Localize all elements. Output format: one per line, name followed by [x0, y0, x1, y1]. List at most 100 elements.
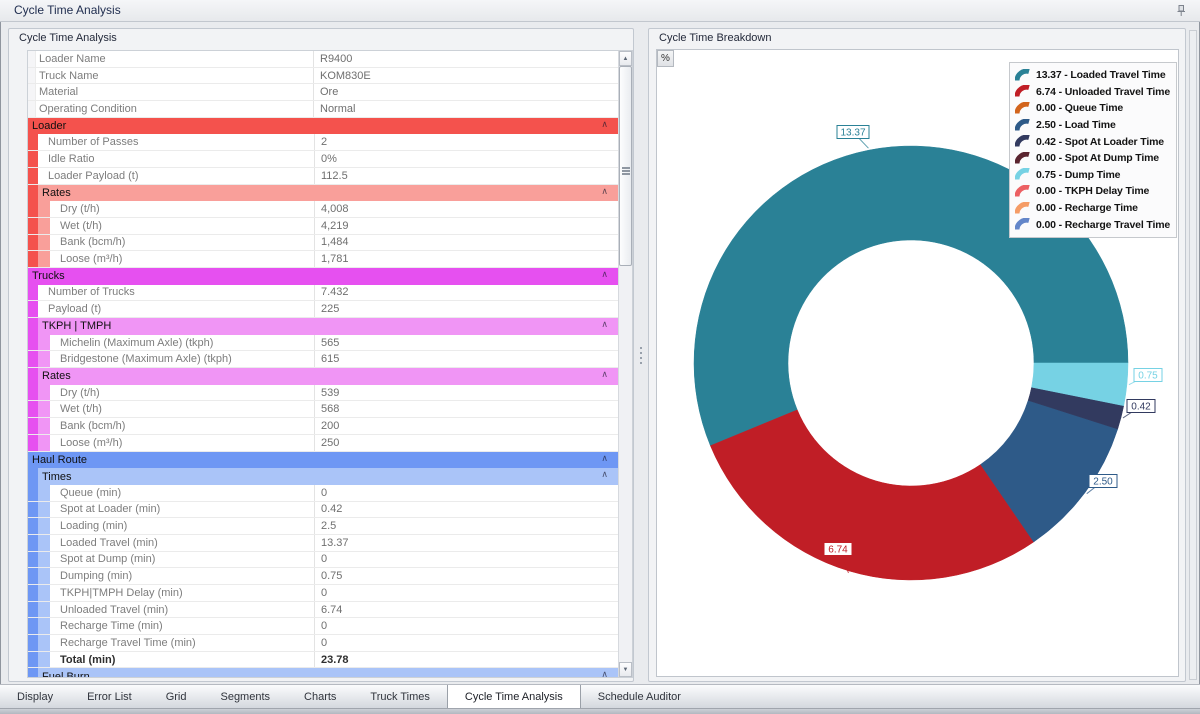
property-value: 13.37	[314, 535, 618, 551]
scroll-down-button[interactable]: ▼	[619, 662, 632, 677]
indent-bar	[38, 635, 50, 651]
tab-truck-times[interactable]: Truck Times	[353, 685, 447, 708]
indent-bar	[28, 502, 38, 518]
collapse-chevron-icon[interactable]: ∧	[601, 369, 608, 380]
section-header-haul-route[interactable]: Haul Route∧	[28, 452, 618, 469]
property-grid: Loader NameR9400Truck NameKOM830EMateria…	[27, 50, 633, 678]
tab-schedule-auditor[interactable]: Schedule Auditor	[581, 685, 698, 708]
grid-row-bridgestone-maximum-axle-tkph[interactable]: Bridgestone (Maximum Axle) (tkph)615	[28, 351, 618, 368]
legend-swatch-icon	[1015, 152, 1031, 165]
section-header-loader[interactable]: Loader∧	[28, 118, 618, 135]
indent-bar	[28, 552, 38, 568]
property-value: 615	[314, 351, 618, 367]
grid-row-total-min[interactable]: Total (min)23.78	[28, 652, 618, 669]
grid-row-recharge-time-min[interactable]: Recharge Time (min)0	[28, 618, 618, 635]
tab-grid[interactable]: Grid	[149, 685, 204, 708]
collapse-chevron-icon[interactable]: ∧	[601, 119, 608, 130]
scroll-up-button[interactable]: ▲	[619, 51, 632, 66]
property-name: Recharge Travel Time (min)	[50, 635, 314, 651]
section-header-trucks[interactable]: Trucks∧	[28, 268, 618, 285]
collapse-chevron-icon[interactable]: ∧	[601, 469, 608, 480]
section-header-rates[interactable]: Rates ∧	[28, 185, 618, 202]
section-header-tkph-tmph[interactable]: TKPH | TMPH ∧	[28, 318, 618, 335]
property-value: 0.75	[314, 568, 618, 584]
indent-bar	[28, 235, 38, 251]
grid-row-loading-min[interactable]: Loading (min)2.5	[28, 518, 618, 535]
grid-row-recharge-travel-time-min[interactable]: Recharge Travel Time (min)0	[28, 635, 618, 652]
property-value: 0.42	[314, 502, 618, 518]
grid-row-number-of-trucks[interactable]: Number of Trucks7.432	[28, 285, 618, 302]
property-value: 250	[314, 435, 618, 451]
grid-row-bank-bcm-h[interactable]: Bank (bcm/h)200	[28, 418, 618, 435]
section-header-label: TKPH | TMPH	[42, 320, 111, 332]
grid-row-operating-condition[interactable]: Operating ConditionNormal	[28, 101, 618, 118]
legend-item-dump-time: 0.75 - Dump Time	[1015, 167, 1173, 184]
section-header-label: Times	[42, 471, 72, 483]
panel-splitter[interactable]	[636, 30, 646, 682]
grid-row-dry-t-h[interactable]: Dry (t/h)4,008	[28, 201, 618, 218]
grid-row-spot-at-loader-min[interactable]: Spot at Loader (min)0.42	[28, 502, 618, 519]
grid-row-loose-m-h[interactable]: Loose (m³/h)250	[28, 435, 618, 452]
legend-label: 0.00 - Recharge Time	[1036, 202, 1138, 214]
indent-bar	[28, 668, 38, 677]
collapse-chevron-icon[interactable]: ∧	[601, 319, 608, 330]
grid-row-idle-ratio[interactable]: Idle Ratio0%	[28, 151, 618, 168]
grid-row-truck-name[interactable]: Truck NameKOM830E	[28, 68, 618, 85]
property-name: Unloaded Travel (min)	[50, 602, 314, 618]
grid-row-michelin-maximum-axle-tkph[interactable]: Michelin (Maximum Axle) (tkph)565	[28, 335, 618, 352]
legend-swatch-icon	[1015, 135, 1031, 148]
grid-row-material[interactable]: MaterialOre	[28, 84, 618, 101]
collapse-chevron-icon[interactable]: ∧	[601, 186, 608, 197]
auto-hide-pin-icon[interactable]	[1174, 4, 1188, 18]
property-name: Dry (t/h)	[50, 201, 314, 217]
grid-row-wet-t-h[interactable]: Wet (t/h)568	[28, 401, 618, 418]
percent-toggle-button[interactable]: %	[657, 50, 674, 67]
indent-bar	[38, 585, 50, 601]
grid-row-payload-t[interactable]: Payload (t)225	[28, 301, 618, 318]
property-value: 0	[314, 618, 618, 634]
legend-swatch-icon	[1015, 218, 1031, 231]
property-name: Michelin (Maximum Axle) (tkph)	[50, 335, 314, 351]
tab-cycle-time-analysis[interactable]: Cycle Time Analysis	[447, 685, 581, 708]
collapse-chevron-icon[interactable]: ∧	[601, 453, 608, 464]
grid-row-unloaded-travel-min[interactable]: Unloaded Travel (min)6.74	[28, 602, 618, 619]
section-header-body: Loader∧	[28, 118, 618, 135]
section-header-body: Times ∧	[38, 468, 618, 485]
right-scrollbar-track[interactable]	[1189, 30, 1197, 680]
grid-row-loaded-travel-min[interactable]: Loaded Travel (min)13.37	[28, 535, 618, 552]
indent-bar	[28, 385, 38, 401]
donut-slice-unloaded-travel-time[interactable]	[710, 410, 1033, 580]
property-name: Queue (min)	[50, 485, 314, 501]
section-header-times[interactable]: Times ∧	[28, 468, 618, 485]
collapse-chevron-icon[interactable]: ∧	[601, 669, 608, 677]
grid-row-queue-min[interactable]: Queue (min)0	[28, 485, 618, 502]
tab-error-list[interactable]: Error List	[70, 685, 149, 708]
grid-row-bank-bcm-h[interactable]: Bank (bcm/h)1,484	[28, 235, 618, 252]
grid-row-loose-m-h[interactable]: Loose (m³/h)1,781	[28, 251, 618, 268]
scrollbar-thumb[interactable]	[619, 66, 632, 266]
tab-segments[interactable]: Segments	[203, 685, 287, 708]
collapse-chevron-icon[interactable]: ∧	[601, 269, 608, 280]
indent-bar	[28, 418, 38, 434]
property-name: Spot at Loader (min)	[50, 502, 314, 518]
right-panel-caption: Cycle Time Breakdown	[659, 32, 772, 44]
property-value: 6.74	[314, 602, 618, 618]
property-value: 4,219	[314, 218, 618, 234]
property-value: R9400	[313, 51, 618, 67]
property-value: 7.432	[314, 285, 618, 301]
vertical-scrollbar[interactable]: ▲ ▼	[618, 51, 632, 677]
grid-row-tkph-tmph-delay-min[interactable]: TKPH|TMPH Delay (min)0	[28, 585, 618, 602]
section-header-label: Rates	[42, 187, 71, 199]
grid-row-dumping-min[interactable]: Dumping (min)0.75	[28, 568, 618, 585]
section-header-rates[interactable]: Rates∧	[28, 368, 618, 385]
tab-display[interactable]: Display	[0, 685, 70, 708]
section-header-fuel-burn[interactable]: Fuel Burn∧	[28, 668, 618, 677]
grid-row-dry-t-h[interactable]: Dry (t/h)539	[28, 385, 618, 402]
tab-charts[interactable]: Charts	[287, 685, 353, 708]
grid-row-loader-name[interactable]: Loader NameR9400	[28, 51, 618, 68]
grid-row-wet-t-h[interactable]: Wet (t/h)4,219	[28, 218, 618, 235]
indent-bar	[38, 201, 50, 217]
grid-row-loader-payload-t[interactable]: Loader Payload (t)112.5	[28, 168, 618, 185]
grid-row-number-of-passes[interactable]: Number of Passes2	[28, 134, 618, 151]
grid-row-spot-at-dump-min[interactable]: Spot at Dump (min)0	[28, 552, 618, 569]
